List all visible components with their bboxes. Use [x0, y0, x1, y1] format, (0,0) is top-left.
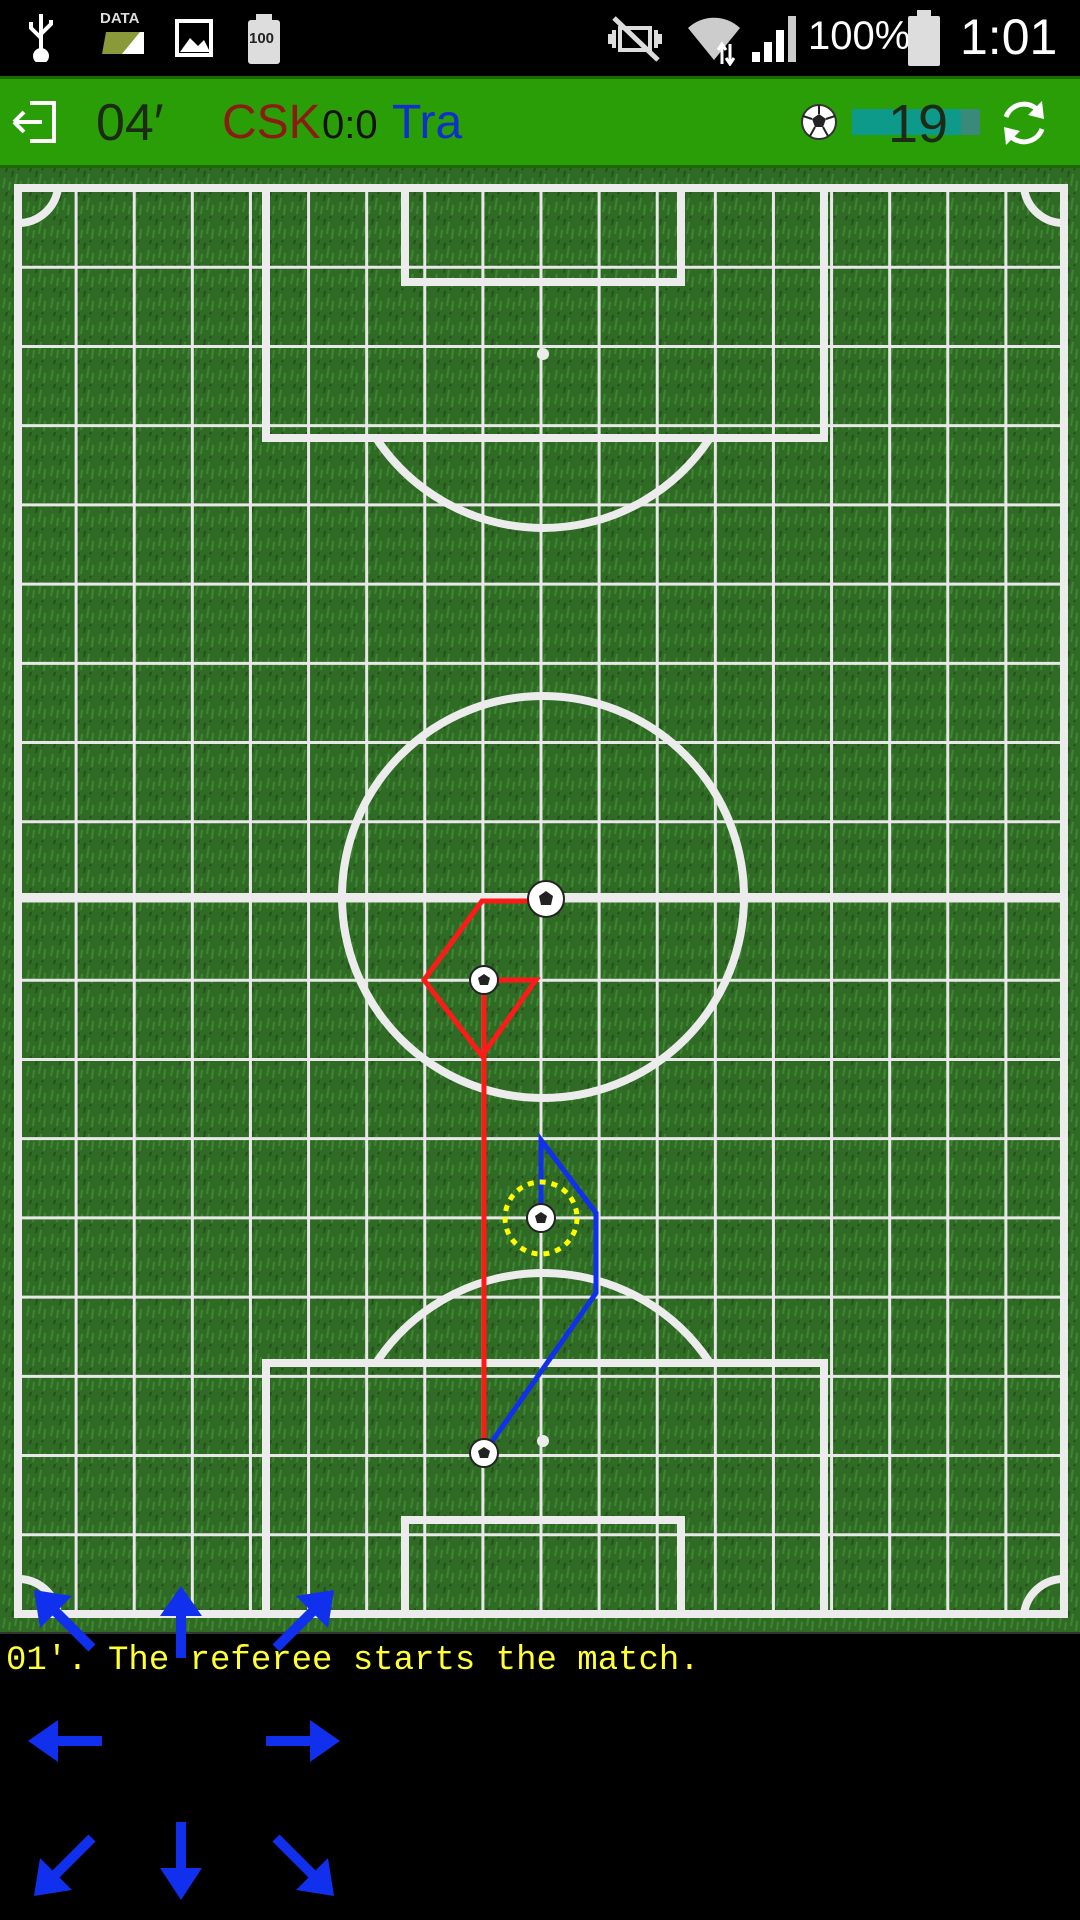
home-player[interactable]	[469, 965, 499, 995]
clock-time: 1:01	[960, 9, 1058, 65]
arrow-up-icon[interactable]	[136, 1578, 226, 1668]
arrow-right-icon[interactable]	[256, 1696, 346, 1786]
signal-icon	[752, 16, 796, 62]
battery-icon	[908, 10, 940, 66]
battery-saver-label: 100	[249, 30, 275, 47]
usb-icon	[29, 14, 53, 62]
battery-percent: 100%	[808, 14, 911, 58]
ball-icon	[801, 104, 837, 140]
arrow-left-icon[interactable]	[22, 1696, 112, 1786]
status-bar: DATA 100 100% 1:01	[0, 0, 1080, 76]
football-pitch[interactable]	[0, 168, 1080, 1632]
mute-icon	[608, 16, 662, 62]
home-team-name: CSK	[222, 96, 321, 149]
match-header-bar: 04′ CSK 0:0 Tra 19	[0, 76, 1080, 168]
image-icon	[175, 19, 213, 57]
exit-icon[interactable]	[12, 97, 60, 147]
arrow-up-right-icon[interactable]	[256, 1578, 346, 1668]
refresh-icon[interactable]	[996, 95, 1052, 151]
penalty-spot-top	[537, 348, 549, 360]
data-icon	[102, 32, 144, 54]
arrow-down-icon[interactable]	[136, 1818, 226, 1908]
arrow-down-right-icon[interactable]	[256, 1818, 346, 1908]
arrow-up-left-icon[interactable]	[22, 1578, 112, 1668]
arrow-down-left-icon[interactable]	[22, 1818, 112, 1908]
penalty-spot-bottom	[537, 1435, 549, 1447]
data-label: DATA	[100, 10, 140, 27]
match-time: 04′	[96, 94, 164, 152]
goalkeeper-player[interactable]	[469, 1438, 499, 1468]
wifi-icon	[688, 17, 740, 66]
moves-counter: 19	[888, 94, 949, 154]
match-score: 0:0	[322, 103, 378, 147]
away-team-name: Tra	[392, 96, 463, 149]
ball-player[interactable]	[527, 880, 565, 918]
